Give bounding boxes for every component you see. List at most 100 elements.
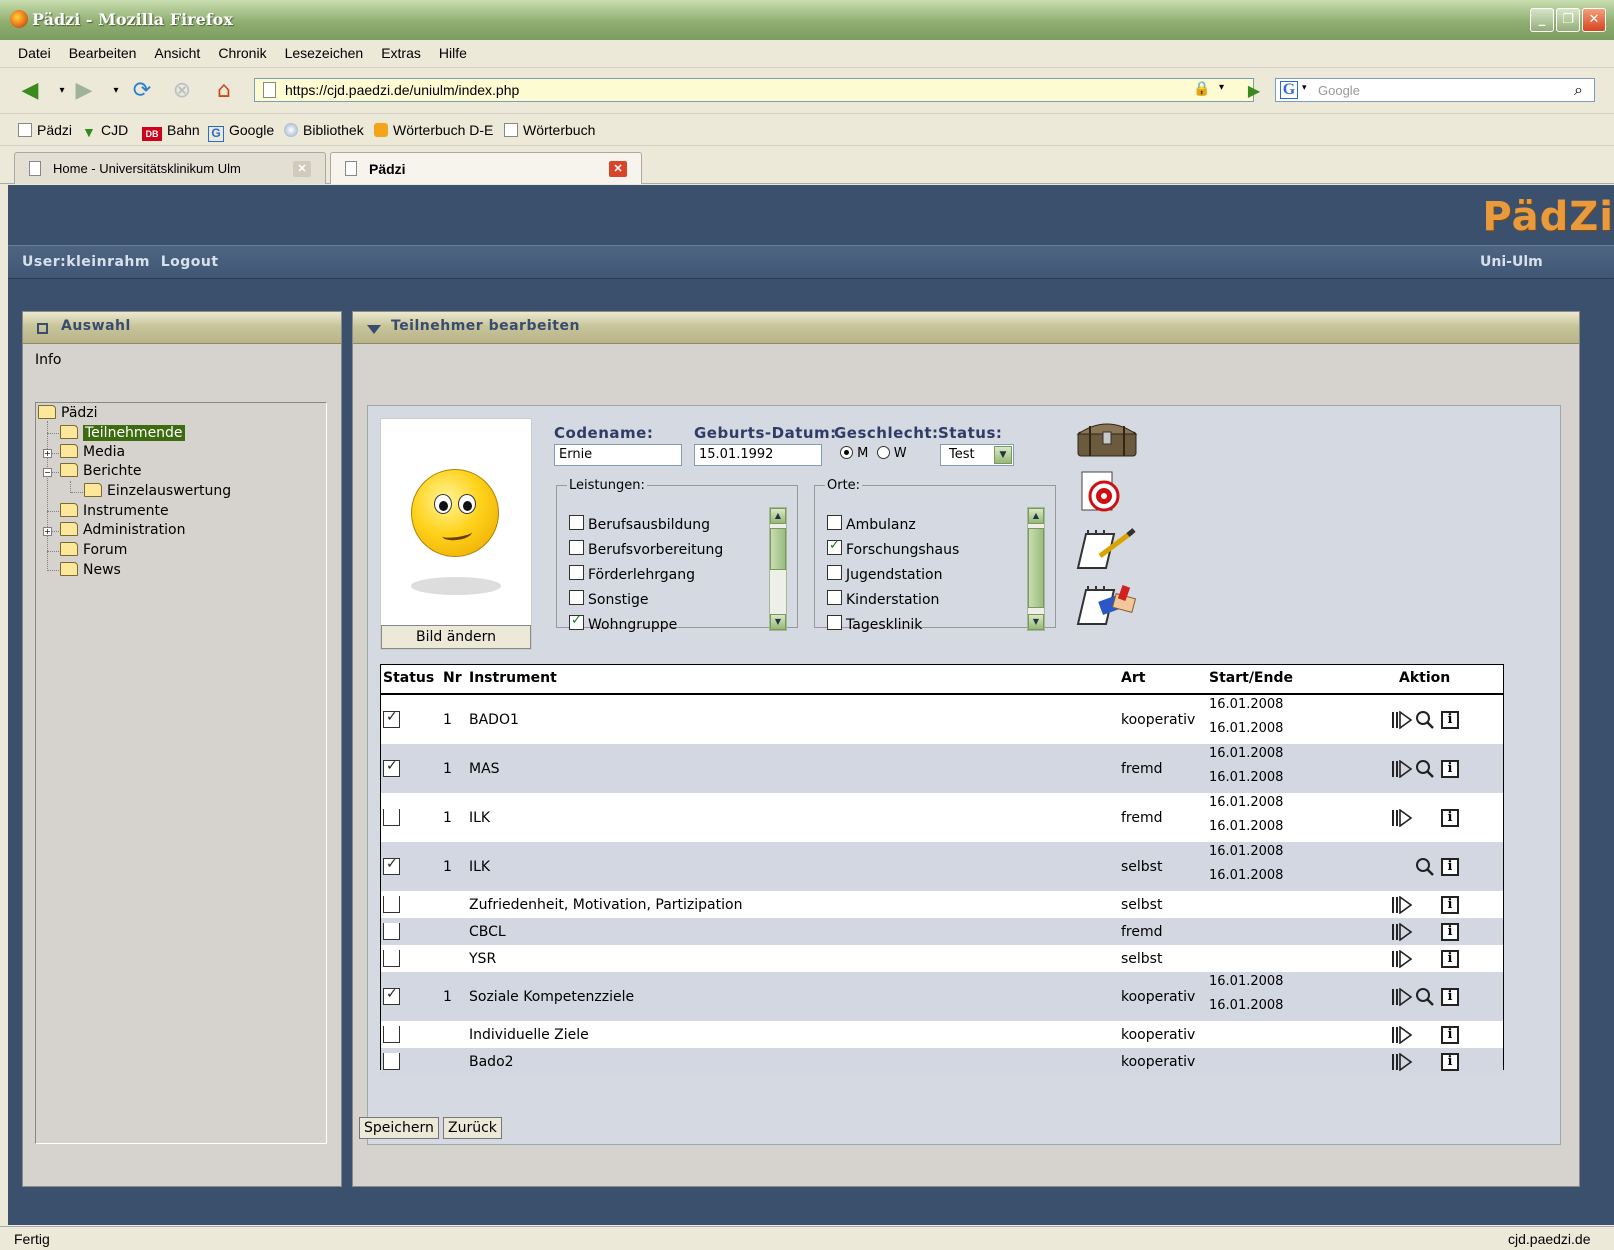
tree-item-news[interactable]: News [60,562,121,578]
services-scrollbar[interactable]: ▲ ▼ [769,507,787,631]
start-play-icon[interactable] [1391,950,1413,968]
menu-lesezeichen[interactable]: Lesezeichen [285,45,364,61]
bookmark-paedzi[interactable]: Pädzi [18,122,72,138]
menu-extras[interactable]: Extras [381,45,421,61]
table-row[interactable]: Individuelle Ziele kooperativ i [381,1021,1503,1048]
menu-chronik[interactable]: Chronik [218,45,266,61]
start-play-icon[interactable] [1391,923,1413,941]
table-row[interactable]: 1 MAS fremd 16.01.2008 16.01.2008 i [381,744,1503,793]
target-document-icon[interactable] [1074,470,1140,514]
status-checkbox[interactable] [383,923,400,940]
info-icon[interactable]: i [1441,809,1459,827]
start-play-icon[interactable] [1391,711,1413,729]
tree-item-media[interactable]: Media [60,444,125,460]
stop-icon[interactable]: ⊗ [168,78,196,104]
checkbox[interactable] [827,615,842,630]
search-icon[interactable] [1415,710,1435,730]
tab-close-icon[interactable]: ✕ [609,161,627,177]
info-icon[interactable]: i [1441,858,1459,876]
collapse-triangle-icon[interactable] [367,325,381,334]
url-bar[interactable]: https://cjd.paedzi.de/uniulm/index.php 🔒… [254,78,1254,102]
status-checkbox[interactable] [383,758,400,777]
tab-home-uniklinik[interactable]: Home - Universitätsklinikum Ulm ✕ [14,152,326,184]
service-wohngruppe[interactable]: Wohngruppe [569,613,677,633]
menu-hilfe[interactable]: Hilfe [439,45,467,61]
save-button[interactable]: Speichern [359,1117,439,1139]
collapse-square-icon[interactable] [37,323,48,334]
back-button[interactable]: Zurück [443,1117,502,1139]
bookmark-cjd[interactable]: ▼ CJD [82,122,128,140]
forward-arrow-icon[interactable]: ▶ [70,78,98,104]
service-berufsvorbereitung[interactable]: Berufsvorbereitung [569,540,723,558]
locations-scrollbar[interactable]: ▲ ▼ [1027,507,1045,631]
menu-datei[interactable]: Datei [18,45,51,61]
maximize-button[interactable]: ❐ [1556,8,1580,32]
expand-media-icon[interactable]: + [43,449,52,458]
location-ambulanz[interactable]: Ambulanz [827,515,916,533]
info-icon[interactable]: i [1441,950,1459,968]
go-icon[interactable]: ▶ [1240,78,1268,104]
scroll-up-icon[interactable]: ▲ [770,508,786,524]
status-checkbox[interactable] [383,896,400,913]
bookmark-google[interactable]: G Google [208,122,274,142]
notepad-handshake-icon[interactable] [1074,582,1140,626]
search-icon[interactable]: ⌕ [1574,80,1583,100]
column-header-start-end[interactable]: Start/Ende [1209,665,1293,693]
start-play-icon[interactable] [1391,1026,1413,1044]
service-foerderlehrgang[interactable]: Förderlehrgang [569,565,695,583]
back-arrow-icon[interactable]: ◀ [16,78,44,104]
scroll-down-icon[interactable]: ▼ [770,614,786,630]
bookmark-bahn[interactable]: DB Bahn [142,122,200,141]
table-row[interactable]: CBCL fremd i [381,918,1503,945]
home-icon[interactable]: ⌂ [210,78,238,104]
url-dropdown-icon[interactable]: ▾ [1219,82,1224,93]
scroll-down-icon[interactable]: ▼ [1028,614,1044,630]
tree-item-paedzi[interactable]: Pädzi [38,405,98,421]
collapse-berichte-icon[interactable]: − [43,468,52,477]
column-header-aktion[interactable]: Aktion [1399,665,1450,693]
info-icon[interactable]: i [1441,711,1459,729]
table-row[interactable]: YSR selbst i [381,945,1503,972]
status-checkbox[interactable] [383,950,400,967]
checkbox[interactable] [569,540,584,555]
column-header-art[interactable]: Art [1121,665,1145,693]
info-icon[interactable]: i [1441,988,1459,1006]
expand-administration-icon[interactable]: + [43,527,52,536]
minimize-button[interactable]: _ [1530,8,1554,32]
tree-item-administration[interactable]: Administration [60,522,185,538]
tree-item-teilnehmende[interactable]: Teilnehmende [60,425,185,441]
logout-link[interactable]: Logout [161,254,219,270]
birthdate-input[interactable]: 15.01.1992 [694,444,822,466]
tree-item-berichte[interactable]: Berichte [60,463,142,479]
checkbox[interactable] [569,565,584,580]
gender-w-radio[interactable] [876,446,890,459]
status-checkbox[interactable] [383,856,400,875]
status-checkbox[interactable] [383,1053,400,1070]
reload-icon[interactable]: ⟳ [128,78,156,104]
search-icon[interactable] [1415,759,1435,779]
search-icon[interactable] [1415,987,1435,1007]
google-search-engine-icon[interactable]: G [1280,81,1298,99]
chevron-down-icon[interactable]: ▼ [994,446,1012,464]
table-row[interactable]: Bado2 kooperativ i [381,1048,1503,1075]
checkbox[interactable] [827,515,842,530]
selection-panel-header[interactable]: Auswahl [23,312,341,344]
search-engine-dropdown-icon[interactable]: ▾ [1302,83,1307,93]
menu-bearbeiten[interactable]: Bearbeiten [69,45,137,61]
column-header-nr[interactable]: Nr [443,665,462,693]
table-row[interactable]: 1 ILK fremd 16.01.2008 16.01.2008 i [381,793,1503,842]
codename-input[interactable]: Ernie [554,444,682,466]
info-link[interactable]: Info [35,352,62,368]
info-icon[interactable]: i [1441,760,1459,778]
tree-item-forum[interactable]: Forum [60,542,127,558]
location-forschungshaus[interactable]: Forschungshaus [827,538,959,558]
checkbox[interactable] [827,590,842,605]
change-photo-button[interactable]: Bild ändern [381,625,531,649]
status-checkbox[interactable] [383,809,400,826]
treasure-chest-icon[interactable] [1074,416,1140,460]
table-row[interactable]: Zufriedenheit, Motivation, Partizipation… [381,891,1503,918]
scroll-thumb[interactable] [770,528,786,570]
location-tagesklinik[interactable]: Tagesklinik [827,615,922,633]
start-play-icon[interactable] [1391,760,1413,778]
bookmark-bibliothek[interactable]: Bibliothek [284,122,364,138]
